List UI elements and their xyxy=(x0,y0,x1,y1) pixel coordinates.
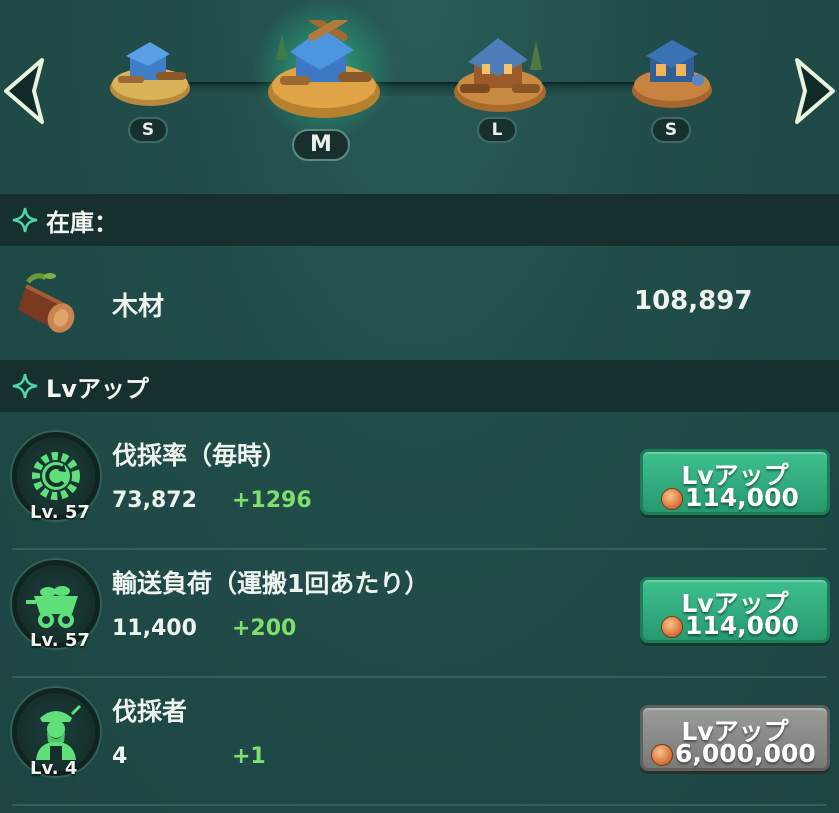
building-carousel: S M L S xyxy=(0,0,839,180)
previous-arrow-icon[interactable] xyxy=(2,56,48,126)
carousel-track xyxy=(110,82,710,96)
gear-icon xyxy=(32,452,80,500)
levelup-cost: 114,000 xyxy=(685,483,799,512)
sparkle-icon xyxy=(12,373,38,399)
size-tag-s-2: S xyxy=(651,117,691,143)
stat-value: 11,400 xyxy=(112,616,197,641)
log-icon xyxy=(18,273,75,333)
sparkle-icon xyxy=(12,207,38,233)
lumber-mill-medium-icon xyxy=(268,20,380,118)
next-arrow-icon[interactable] xyxy=(791,56,837,126)
stat-delta: +200 xyxy=(232,616,297,641)
levelup-header: Lvアップ xyxy=(0,360,839,412)
levelup-cost: 6,000,000 xyxy=(675,739,816,768)
size-tag-s-1: S xyxy=(128,117,168,143)
levelup-button[interactable]: Lvアップ 114,000 xyxy=(640,449,830,515)
lumber-mill-large-icon xyxy=(454,38,546,112)
inventory-header: 在庫： xyxy=(0,194,839,246)
coin-icon xyxy=(661,488,683,510)
size-tag-l: L xyxy=(477,117,517,143)
coin-icon xyxy=(651,744,673,766)
building-s-workshop[interactable] xyxy=(630,34,714,112)
levelup-button-disabled[interactable]: Lvアップ 6,000,000 xyxy=(640,705,830,771)
stat-value: 4 xyxy=(112,744,128,769)
stat-name: 輸送負荷（運搬1回あたり） xyxy=(112,569,430,598)
inventory-title: 在庫： xyxy=(46,208,118,237)
wood-label: 木材 xyxy=(112,292,165,322)
size-tag-m: M xyxy=(292,129,350,161)
workshop-icon xyxy=(632,40,712,108)
level-label: Lv. 4 xyxy=(30,758,78,779)
lumberjack-icon xyxy=(36,704,82,760)
lumber-mill-small-icon xyxy=(110,42,190,106)
stat-name: 伐採者 xyxy=(112,697,188,726)
row-divider xyxy=(12,804,827,806)
upgrade-row-harvest-rate: Lv. 57 伐採率（毎時） 73,872 +1296 Lvアップ 114,00… xyxy=(0,422,839,550)
wood-amount: 108,897 xyxy=(634,286,753,316)
screen: S M L S 在庫： 木材 108,897 Lvアップ Lv. 57 伐採率（… xyxy=(0,0,839,813)
building-l-large[interactable] xyxy=(452,30,548,116)
upgrade-row-lumberjacks: Lv. 4 伐採者 4 +1 Lvアップ 6,000,000 xyxy=(0,678,839,806)
levelup-button[interactable]: Lvアップ 114,000 xyxy=(640,577,830,643)
coin-icon xyxy=(661,616,683,638)
building-s-small[interactable] xyxy=(108,36,192,110)
inventory-item-row: 木材 108,897 xyxy=(0,258,839,348)
upgrade-row-transport-load: Lv. 57 輸送負荷（運搬1回あたり） 11,400 +200 Lvアップ 1… xyxy=(0,550,839,678)
building-m-selected[interactable] xyxy=(248,2,400,138)
cart-icon xyxy=(26,586,78,628)
stat-value: 73,872 xyxy=(112,488,197,513)
level-label: Lv. 57 xyxy=(30,630,90,651)
level-label: Lv. 57 xyxy=(30,502,90,523)
stat-delta: +1296 xyxy=(232,488,312,513)
stat-delta: +1 xyxy=(232,744,266,769)
stat-name: 伐採率（毎時） xyxy=(112,441,288,470)
levelup-title: Lvアップ xyxy=(46,374,149,403)
levelup-cost: 114,000 xyxy=(685,611,799,640)
